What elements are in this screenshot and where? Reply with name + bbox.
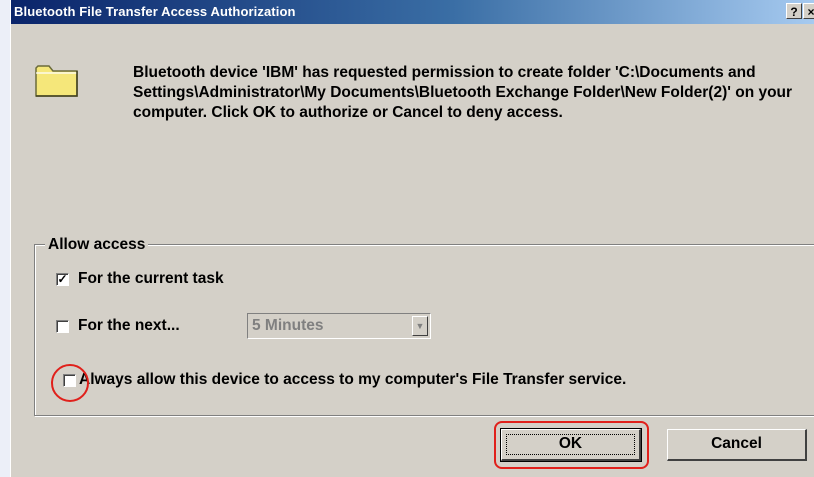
duration-select-value: 5 Minutes [252,317,324,334]
window-title: Bluetooth File Transfer Access Authoriza… [14,4,296,19]
current-task-label[interactable]: For the current task [78,270,224,288]
always-allow-checkbox[interactable] [63,374,76,387]
allow-access-legend: Allow access [45,236,149,254]
next-duration-label[interactable]: For the next... [78,317,180,335]
duration-select[interactable]: 5 Minutes ▼ [247,313,431,339]
cancel-button[interactable]: Cancel [667,429,807,461]
help-button[interactable]: ? [786,3,802,19]
ok-button-label: OK [558,435,583,452]
title-bar: Bluetooth File Transfer Access Authoriza… [11,0,814,24]
permission-message: Bluetooth device 'IBM' has requested per… [133,64,793,121]
authorization-dialog: Bluetooth File Transfer Access Authoriza… [10,0,814,477]
always-allow-label[interactable]: Always allow this device to access to my… [79,371,626,389]
chevron-down-icon[interactable]: ▼ [412,316,428,336]
folder-icon [35,65,78,97]
cancel-button-label: Cancel [711,435,762,452]
next-duration-checkbox[interactable] [56,320,69,333]
ok-button[interactable]: OK [500,428,642,462]
current-task-checkbox[interactable]: ✓ [56,273,69,286]
close-button[interactable]: × [803,3,814,19]
